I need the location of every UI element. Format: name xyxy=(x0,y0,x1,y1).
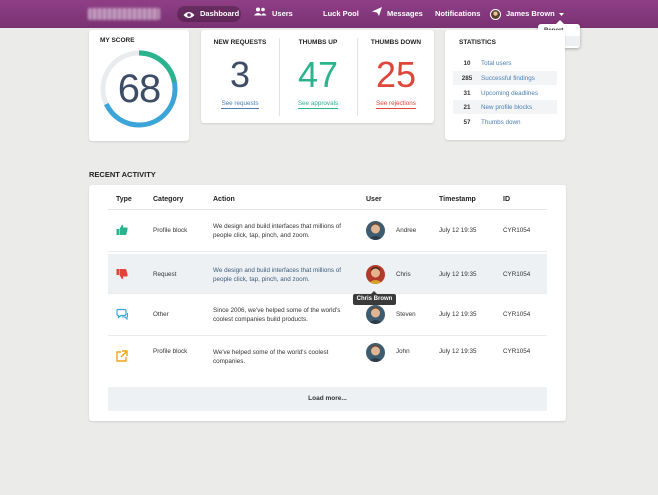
stat-row[interactable]: 285 Successful findings xyxy=(453,71,557,85)
timestamp-cell: July 12 19:35 xyxy=(439,271,477,278)
nav-notifications-label: Notifications xyxy=(435,9,481,18)
stat-row[interactable]: 21 New profile blocks xyxy=(453,100,557,114)
stat-row[interactable]: 10 Total users xyxy=(453,56,557,70)
nav-users-label: Users xyxy=(272,9,293,18)
paper-plane-icon xyxy=(372,6,382,22)
load-more-button[interactable]: Load more... xyxy=(108,387,547,411)
user-cell: Chris xyxy=(396,271,411,278)
stat-label: Thumbs down xyxy=(481,118,521,126)
stat-label: Total users xyxy=(481,59,512,67)
avatar[interactable] xyxy=(366,343,385,362)
nav-messages-label: Messages xyxy=(387,9,423,18)
score-title: MY SCORE xyxy=(100,37,135,44)
table-row[interactable]: Profile block We've helped some of the w… xyxy=(108,336,547,378)
action-cell: We've helped some of the world's coolest… xyxy=(213,349,329,365)
stat-label: Upcoming deadlines xyxy=(481,89,539,97)
nav-notifications[interactable]: Notifications xyxy=(435,6,480,22)
stat-label: New profile blocks xyxy=(481,103,533,111)
counter-label: NEW REQUESTS xyxy=(213,39,267,46)
category-cell: Other xyxy=(153,311,169,318)
score-card: MY SCORE 68 xyxy=(89,30,189,141)
counters-card: NEW REQUESTS 3 See requests THUMBS UP 47… xyxy=(201,30,434,123)
avatar[interactable] xyxy=(366,305,385,324)
counter-thumbs-down: THUMBS DOWN 25 See rejections xyxy=(357,30,435,123)
timestamp-cell: July 12 19:35 xyxy=(439,348,477,355)
timestamp-cell: July 12 19:35 xyxy=(439,227,477,234)
thumbs-up-icon xyxy=(116,224,128,236)
action-cell: We design and build interfaces that mill… xyxy=(213,223,341,239)
avatar[interactable] xyxy=(366,265,385,284)
see-rejections-link[interactable]: See rejections xyxy=(376,100,416,109)
stat-label: Successful findings xyxy=(481,74,535,82)
stat-count: 31 xyxy=(463,89,471,97)
avatar[interactable] xyxy=(366,221,385,240)
nav-users[interactable]: Users xyxy=(254,6,293,22)
id-cell: CYR1054 xyxy=(503,348,531,355)
column-header-user: User xyxy=(366,196,382,203)
recent-activity-title: RECENT ACTIVITY xyxy=(89,170,156,179)
share-icon xyxy=(116,350,128,362)
nav-luck-pool[interactable]: Luck Pool xyxy=(323,6,359,22)
stat-row[interactable]: 57 Thumbs down xyxy=(453,115,557,129)
column-header-type: Type xyxy=(116,196,132,203)
counter-label: THUMBS UP xyxy=(298,39,338,46)
see-requests-link[interactable]: See requests xyxy=(221,100,259,109)
column-header-timestamp: Timestamp xyxy=(439,196,476,203)
counter-value: 25 xyxy=(375,54,417,95)
nav-messages[interactable]: Messages xyxy=(372,6,423,22)
counter-value: 47 xyxy=(297,54,339,95)
user-menu[interactable]: James Brown xyxy=(490,6,555,22)
nav-luck-pool-label: Luck Pool xyxy=(323,9,359,18)
stat-row[interactable]: 31 Upcoming deadlines xyxy=(453,86,557,100)
stat-count: 285 xyxy=(461,74,473,82)
user-cell: Steven xyxy=(396,311,416,318)
user-name: James Brown xyxy=(506,9,555,18)
user-cell: Andree xyxy=(396,227,417,234)
action-cell: We design and build interfaces that mill… xyxy=(213,267,341,283)
avatar xyxy=(490,8,501,20)
timestamp-cell: July 12 19:35 xyxy=(439,311,477,318)
score-value: 68 xyxy=(117,67,162,111)
table-row[interactable]: Other Since 2006, we've helped some of t… xyxy=(108,294,547,336)
id-cell: CYR1054 xyxy=(503,311,531,318)
stat-count: 21 xyxy=(463,103,471,111)
counter-value: 3 xyxy=(229,54,251,95)
id-cell: CYR1054 xyxy=(503,227,531,234)
table-row[interactable]: Profile block We design and build interf… xyxy=(108,210,547,252)
user-cell: John xyxy=(396,348,410,355)
logo[interactable] xyxy=(88,8,160,20)
nav-dashboard[interactable]: Dashboard xyxy=(177,6,241,22)
category-cell: Profile block xyxy=(153,227,188,234)
eye-icon xyxy=(183,11,195,18)
see-approvals-link[interactable]: See approvals xyxy=(297,100,339,109)
column-header-action: Action xyxy=(213,196,235,203)
category-cell: Request xyxy=(153,271,177,278)
thumbs-down-icon xyxy=(116,268,128,280)
table-row[interactable]: Request We design and build interfaces t… xyxy=(108,254,547,294)
nav-dashboard-label: Dashboard xyxy=(200,9,240,18)
users-icon xyxy=(254,6,267,22)
counter-label: THUMBS DOWN xyxy=(370,39,422,46)
chat-icon xyxy=(116,308,129,321)
action-cell: Since 2006, we've helped some of the wor… xyxy=(213,307,341,323)
column-header-category: Category xyxy=(153,196,184,203)
column-header-id: ID xyxy=(503,196,510,203)
stat-count: 57 xyxy=(463,118,471,126)
statistics-title: STATISTICS xyxy=(459,39,496,46)
category-cell: Profile block xyxy=(153,348,188,355)
counter-new-requests: NEW REQUESTS 3 See requests xyxy=(201,30,279,123)
id-cell: CYR1054 xyxy=(503,271,531,278)
statistics-card: STATISTICS 10 Total users 285 Successful f… xyxy=(445,30,565,140)
counter-thumbs-up: THUMBS UP 47 See approvals xyxy=(279,30,357,123)
stat-count: 10 xyxy=(463,59,471,67)
